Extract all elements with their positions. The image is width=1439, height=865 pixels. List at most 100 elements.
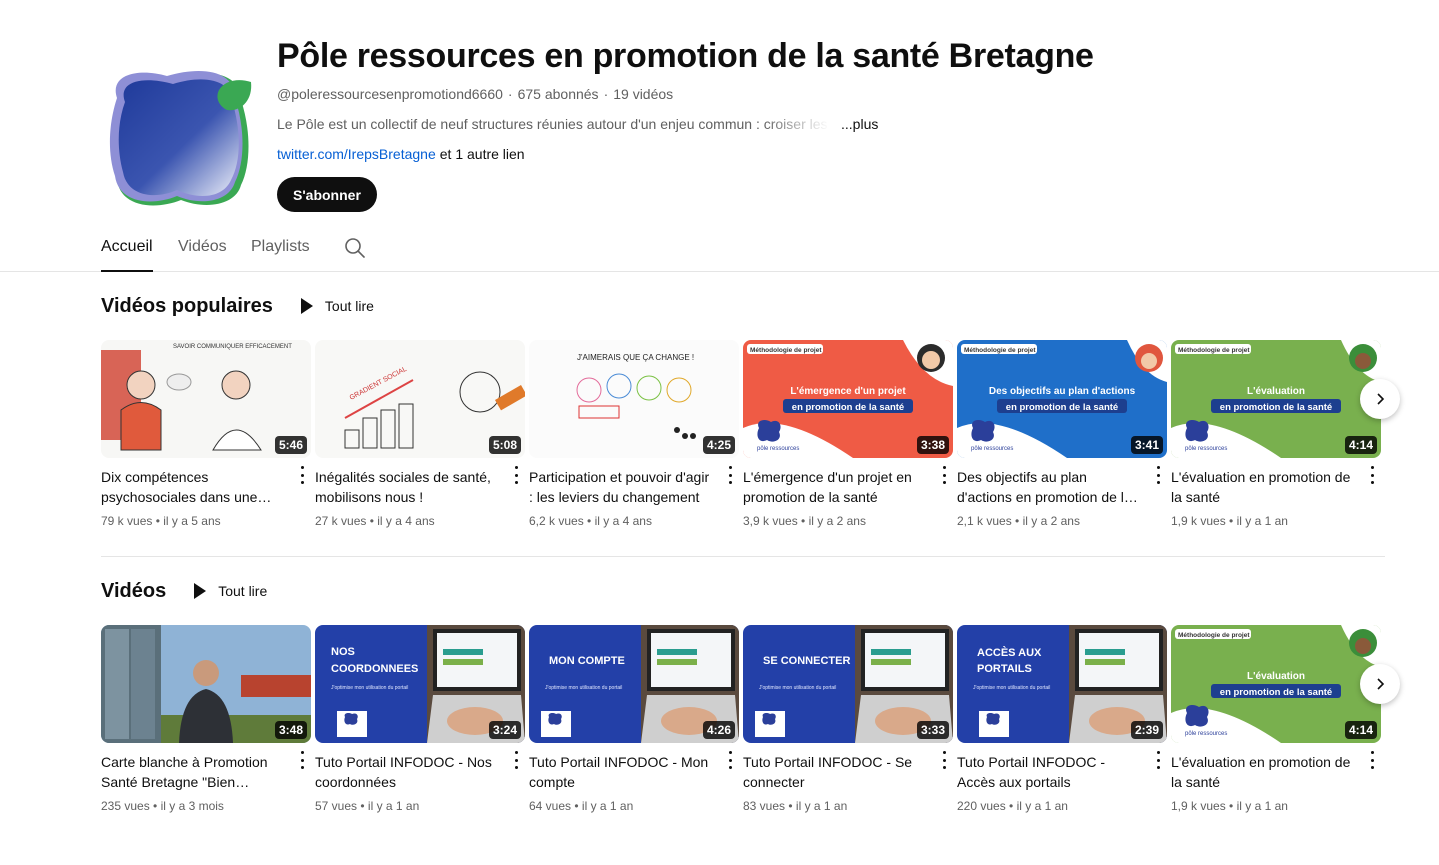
video-meta: 2,1 k vues • il y a 2 ans (957, 514, 1080, 528)
svg-text:J'optimise mon utilisation du: J'optimise mon utilisation du portail (331, 685, 408, 691)
chevron-right-icon[interactable] (1360, 664, 1400, 704)
more-vert-icon[interactable] (299, 466, 305, 484)
section-divider (101, 556, 1385, 557)
video-duration: 3:33 (916, 721, 949, 739)
svg-text:L'évaluation: L'évaluation (1247, 671, 1305, 682)
video-meta: 220 vues • il y a 1 an (957, 799, 1068, 813)
chevron-right-icon[interactable] (1360, 379, 1400, 419)
channel-avatar[interactable] (101, 60, 261, 220)
video-title[interactable]: Des objectifs au plan d'actions en promo… (957, 467, 1143, 507)
video-age: il y a 1 an (581, 799, 634, 813)
tab-playlists[interactable]: Playlists (251, 238, 310, 272)
other-links[interactable]: et 1 autre lien (440, 146, 525, 162)
video-thumbnail[interactable]: Méthodologie de projet Des objectifs au … (957, 340, 1167, 458)
tab-accueil[interactable]: Accueil (101, 238, 153, 272)
video-meta: 235 vues • il y a 3 mois (101, 799, 224, 813)
video-title[interactable]: L'évaluation en promotion de la santé (1171, 467, 1357, 507)
video-card[interactable]: SE CONNECTER J'optimise mon utilisation … (743, 625, 953, 813)
channel-logo-icon (109, 71, 252, 206)
more-vert-icon[interactable] (1369, 466, 1375, 484)
video-views: 220 vues (957, 799, 1006, 813)
video-title[interactable]: Carte blanche à Promotion Santé Bretagne… (101, 752, 287, 792)
video-title[interactable]: Tuto Portail INFODOC - Accès aux portail… (957, 752, 1143, 792)
video-thumbnail[interactable]: 3:48 (101, 625, 311, 743)
meta-separator: · (603, 86, 609, 102)
video-thumbnail[interactable]: NOS COORDONNEES J'optimise mon utilisati… (315, 625, 525, 743)
play-all-button[interactable]: Tout lire (194, 583, 267, 599)
svg-text:pôle ressources: pôle ressources (757, 446, 799, 452)
section-popular-header: Vidéos populaires Tout lire (101, 291, 374, 321)
meta-separator: · (507, 86, 513, 102)
video-card[interactable]: 3:48 Carte blanche à Promotion Santé Bre… (101, 625, 311, 813)
svg-text:MON COMPTE: MON COMPTE (549, 655, 625, 667)
channel-meta: @poleressourcesenpromotiond6660 · 675 abon… (277, 86, 673, 102)
channel-links: twitter.com/IrepsBretagne et 1 autre lien (277, 146, 525, 162)
video-card[interactable]: Méthodologie de projet L'émergence d'un … (743, 340, 953, 528)
video-title[interactable]: Tuto Portail INFODOC - Mon compte (529, 752, 715, 792)
video-card[interactable]: Méthodologie de projet L'évaluation en p… (1171, 340, 1381, 528)
subscribe-button[interactable]: S'abonner (277, 177, 377, 212)
video-thumbnail[interactable]: GRADIENT SOCIAL 5:08 (315, 340, 525, 458)
video-thumbnail[interactable]: Méthodologie de projet L'émergence d'un … (743, 340, 953, 458)
video-card[interactable]: SAVOIR COMMUNIQUER EFFICACEMENT 5:46 Dix… (101, 340, 311, 528)
video-card[interactable]: Méthodologie de projet L'évaluation en p… (1171, 625, 1381, 813)
more-vert-icon[interactable] (941, 751, 947, 769)
video-meta: 1,9 k vues • il y a 1 an (1171, 514, 1288, 528)
video-card[interactable]: Méthodologie de projet Des objectifs au … (957, 340, 1167, 528)
more-vert-icon[interactable] (941, 466, 947, 484)
more-vert-icon[interactable] (1155, 466, 1161, 484)
video-title[interactable]: L'évaluation en promotion de la santé (1171, 752, 1357, 792)
video-title[interactable]: Participation et pouvoir d'agir : les le… (529, 467, 715, 507)
video-thumbnail[interactable]: SE CONNECTER J'optimise mon utilisation … (743, 625, 953, 743)
video-views: 235 vues (101, 799, 150, 813)
video-age: il y a 1 an (1236, 799, 1288, 813)
video-title[interactable]: Tuto Portail INFODOC - Se connecter (743, 752, 929, 792)
search-icon[interactable] (344, 237, 366, 259)
play-all-button[interactable]: Tout lire (300, 298, 374, 314)
video-thumbnail[interactable]: MON COMPTE J'optimise mon utilisation du… (529, 625, 739, 743)
more-vert-icon[interactable] (1155, 751, 1161, 769)
video-card[interactable]: ACCÈS AUX PORTAILS J'optimise mon utilis… (957, 625, 1167, 813)
video-title[interactable]: Tuto Portail INFODOC - Nos coordonnées (315, 752, 501, 792)
video-duration: 3:38 (916, 436, 949, 454)
video-age: il y a 1 an (367, 799, 420, 813)
video-title[interactable]: L'émergence d'un projet en promotion de … (743, 467, 929, 507)
more-vert-icon[interactable] (727, 751, 733, 769)
video-title[interactable]: Inégalités sociales de santé, mobilisons… (315, 467, 501, 507)
video-thumbnail[interactable]: ACCÈS AUX PORTAILS J'optimise mon utilis… (957, 625, 1167, 743)
more-vert-icon[interactable] (299, 751, 305, 769)
video-duration: 2:39 (1130, 721, 1163, 739)
video-meta: 6,2 k vues • il y a 4 ans (529, 514, 652, 528)
more-vert-icon[interactable] (513, 466, 519, 484)
twitter-link[interactable]: twitter.com/IrepsBretagne (277, 146, 436, 162)
video-card[interactable]: GRADIENT SOCIAL 5:08 Inégalités sociales… (315, 340, 525, 528)
svg-text:J'optimise mon utilisation du: J'optimise mon utilisation du portail (973, 685, 1050, 691)
video-age: il y a 3 mois (160, 799, 224, 813)
play-all-label: Tout lire (324, 298, 374, 314)
svg-text:en promotion de la santé: en promotion de la santé (792, 402, 904, 413)
video-duration: 5:08 (488, 436, 521, 454)
video-card[interactable]: NOS COORDONNEES J'optimise mon utilisati… (315, 625, 525, 813)
video-title[interactable]: Dix compétences psychosociales dans une… (101, 467, 287, 507)
more-vert-icon[interactable] (1369, 751, 1375, 769)
svg-text:ACCÈS AUX: ACCÈS AUX (977, 646, 1042, 659)
video-thumbnail[interactable]: J'AIMERAIS QUE ÇA CHANGE ! 4:25 (529, 340, 739, 458)
video-card[interactable]: J'AIMERAIS QUE ÇA CHANGE ! 4:25 Particip… (529, 340, 739, 528)
videos-row: 3:48 Carte blanche à Promotion Santé Bre… (101, 625, 1401, 825)
video-thumbnail[interactable]: Méthodologie de projet L'évaluation en p… (1171, 625, 1381, 743)
more-vert-icon[interactable] (727, 466, 733, 484)
video-duration: 3:24 (488, 721, 521, 739)
video-thumbnail[interactable]: Méthodologie de projet L'évaluation en p… (1171, 340, 1381, 458)
video-duration: 3:48 (274, 721, 307, 739)
play-all-label: Tout lire (218, 583, 268, 599)
video-meta: 57 vues • il y a 1 an (315, 799, 420, 813)
video-age: il y a 4 ans (594, 514, 652, 528)
svg-text:PORTAILS: PORTAILS (977, 663, 1032, 675)
channel-description[interactable]: Le Pôle est un collectif de neuf structu… (277, 116, 878, 132)
more-vert-icon[interactable] (513, 751, 519, 769)
video-thumbnail[interactable]: SAVOIR COMMUNIQUER EFFICACEMENT 5:46 (101, 340, 311, 458)
more-link[interactable]: ...plus (841, 116, 878, 132)
video-card[interactable]: MON COMPTE J'optimise mon utilisation du… (529, 625, 739, 813)
tab-videos[interactable]: Vidéos (178, 238, 227, 272)
channel-header: Pôle ressources en promotion de la santé… (101, 32, 1401, 222)
